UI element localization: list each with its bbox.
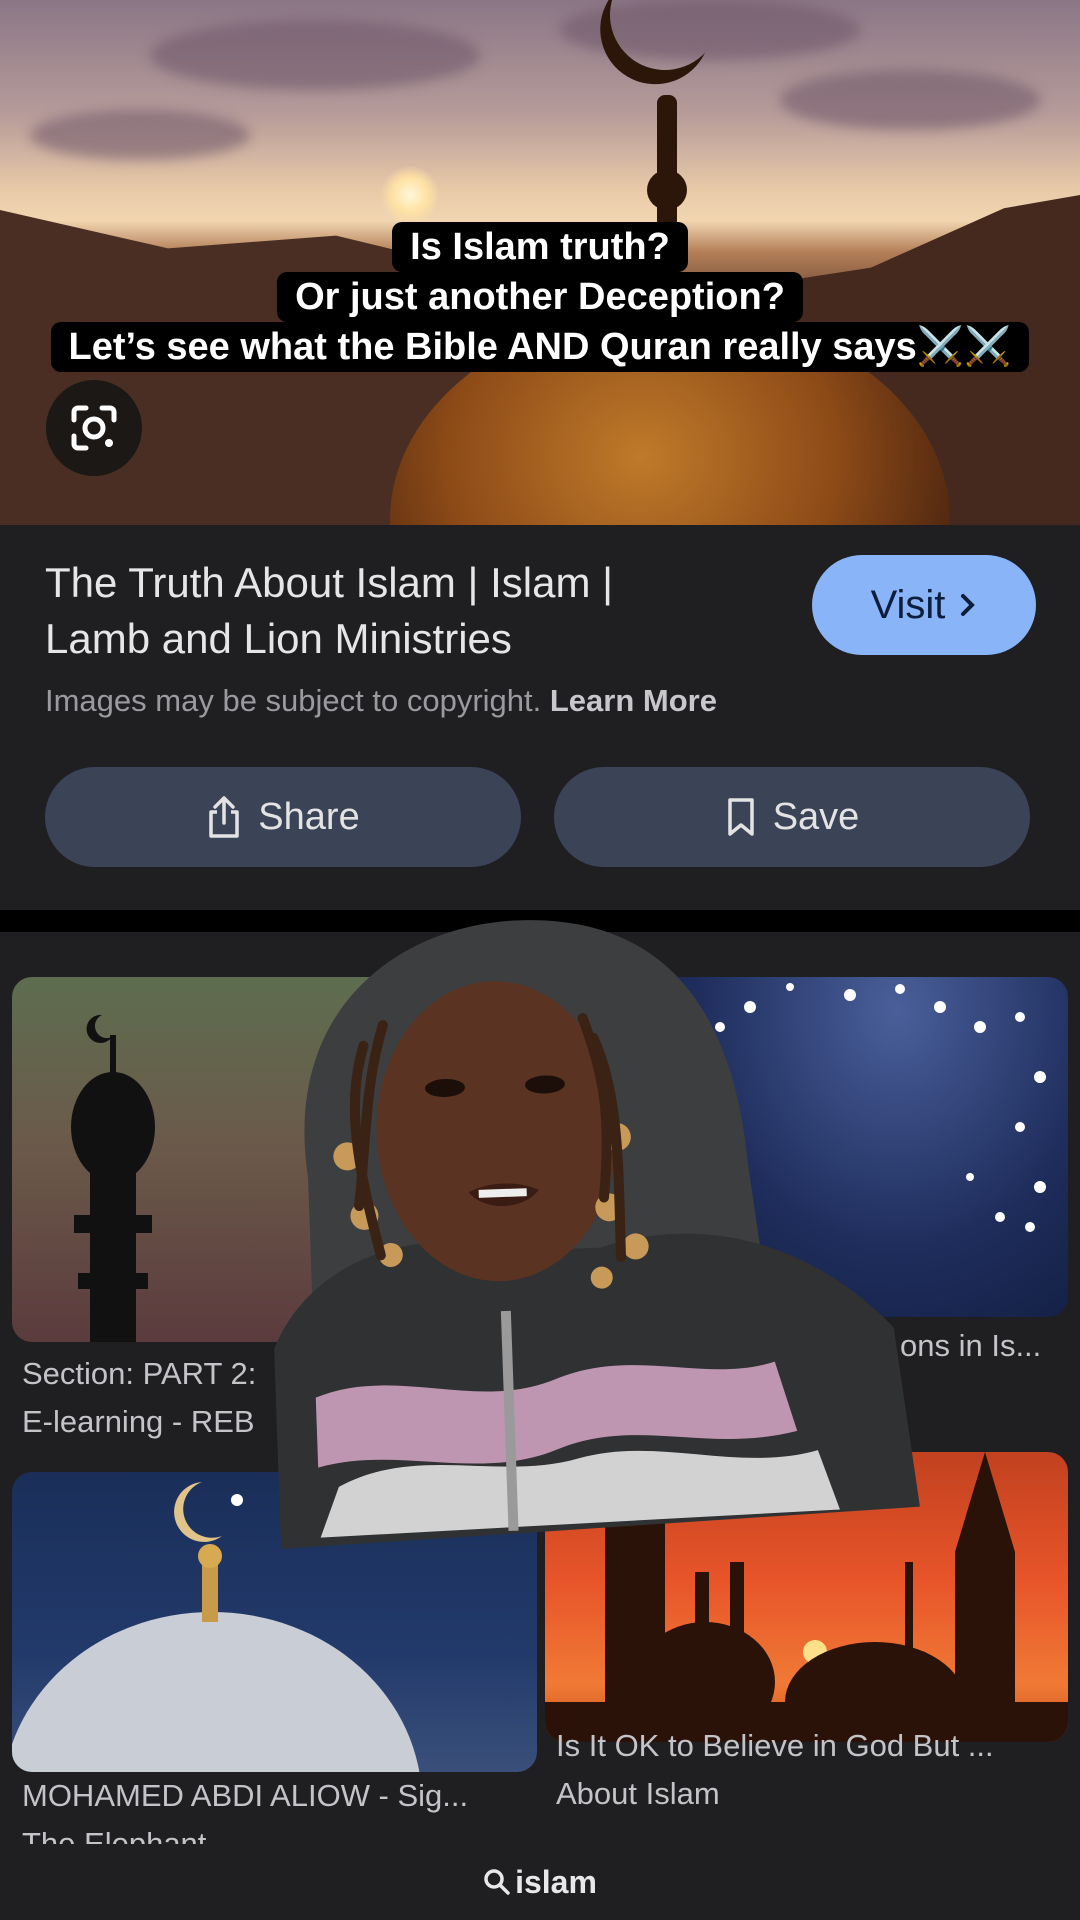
person-cutout — [274, 920, 920, 1549]
copyright-notice: Images may be subject to copyright. Lear… — [45, 683, 717, 718]
related-caption-4[interactable]: Is It OK to Believe in God But ... About… — [556, 1722, 994, 1818]
cloud — [30, 110, 250, 160]
cloud — [150, 20, 480, 90]
save-button[interactable]: Save — [554, 767, 1030, 867]
google-lens-icon — [71, 405, 117, 451]
learn-more-link[interactable]: Learn More — [550, 683, 717, 718]
related-caption-1[interactable]: Section: PART 2: E-learning - REB — [22, 1350, 256, 1446]
caption-line-3: Let’s see what the Bible AND Quran reall… — [0, 322, 1080, 372]
save-label: Save — [772, 795, 860, 838]
share-label: Share — [258, 795, 360, 838]
creator-overlay — [259, 907, 920, 1549]
bookmark-icon — [727, 798, 754, 836]
caption-line-2: Or just another Deception? — [0, 272, 1080, 322]
minaret-bulb — [647, 170, 687, 210]
result-info-panel: The Truth About Islam | Islam | Lamb and… — [0, 525, 1080, 910]
sun — [380, 165, 440, 225]
search-icon — [484, 1869, 510, 1895]
share-icon — [209, 796, 240, 838]
hero-image[interactable]: Is Islam truth? Or just another Deceptio… — [0, 0, 1080, 525]
visit-button[interactable]: Visit — [812, 555, 1036, 655]
share-button[interactable]: Share — [45, 767, 521, 867]
cloud — [780, 70, 1040, 130]
related-caption-2[interactable]: ons in Is... — [900, 1322, 1041, 1370]
search-query: islam — [515, 1863, 597, 1900]
google-lens-button[interactable] — [46, 380, 142, 476]
chevron-right-icon — [961, 594, 976, 616]
visit-label: Visit — [870, 582, 946, 627]
caption-line-1: Is Islam truth? — [0, 222, 1080, 272]
search-bar[interactable]: islam — [0, 1844, 1080, 1920]
result-title[interactable]: The Truth About Islam | Islam | Lamb and… — [45, 555, 725, 667]
